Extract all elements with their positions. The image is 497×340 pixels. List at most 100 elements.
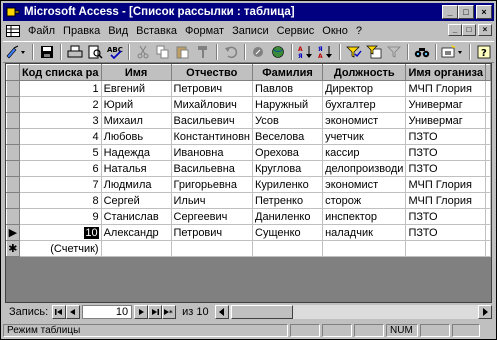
current-record-input[interactable]: 10 [82, 305, 133, 319]
new-record-marker[interactable]: ✱ [6, 240, 20, 257]
cell-first-name[interactable]: Евгений [101, 80, 172, 97]
cell-next[interactable] [485, 160, 491, 177]
table-row[interactable]: 5 Надежда Ивановна Орехова кассир ПЗТО [6, 144, 491, 161]
cell-organization[interactable]: МЧП Глория [405, 176, 486, 193]
cell-organization[interactable]: ПЗТО [405, 128, 486, 145]
cell-next[interactable] [485, 224, 491, 241]
row-selector[interactable] [6, 96, 20, 113]
table-row[interactable]: 6 Наталья Васильевна Круглова делопроизв… [6, 160, 491, 177]
undo-icon[interactable] [221, 43, 241, 61]
cell-id-new[interactable]: (Счетчик) [19, 240, 102, 257]
cell-position[interactable]: бухгалтер [322, 96, 407, 113]
row-selector[interactable] [6, 176, 20, 193]
cell-id[interactable]: 9 [19, 208, 102, 225]
cell-first-name[interactable]: Александр [101, 224, 172, 241]
cell-first-name[interactable]: Наталья [101, 160, 172, 177]
cell-middle-name[interactable]: Григорьевна [171, 176, 254, 193]
horizontal-scrollbar[interactable] [214, 305, 492, 319]
cell-position[interactable]: инспектор [322, 208, 407, 225]
doc-minimize-button[interactable]: _ [448, 24, 462, 36]
cell-id[interactable]: 7 [19, 176, 102, 193]
cell-position[interactable] [322, 240, 407, 257]
cell-first-name[interactable]: Юрий [101, 96, 172, 113]
cell-next[interactable] [485, 192, 491, 209]
cell-first-name[interactable] [101, 240, 172, 257]
scroll-right-icon[interactable] [478, 305, 492, 319]
cell-organization[interactable]: ПЗТО [405, 160, 486, 177]
close-button[interactable]: × [476, 5, 492, 19]
print-icon[interactable] [65, 43, 85, 61]
scroll-thumb[interactable] [230, 305, 293, 319]
column-header-first-name[interactable]: Имя [100, 64, 172, 81]
doc-close-button[interactable]: × [478, 24, 492, 36]
print-preview-icon[interactable] [85, 43, 105, 61]
help-icon[interactable]: ? [474, 43, 494, 61]
title-bar[interactable]: Microsoft Access - [Список рассылки : та… [3, 3, 494, 21]
cell-first-name[interactable]: Любовь [101, 128, 172, 145]
row-selector[interactable] [6, 192, 20, 209]
format-painter-icon[interactable] [193, 43, 213, 61]
table-row[interactable]: 7 Людмила Григорьевна Куриленко экономис… [6, 176, 491, 193]
copy-icon[interactable] [153, 43, 173, 61]
cell-last-name[interactable]: Петренко [252, 192, 324, 209]
cell-organization[interactable] [405, 240, 486, 257]
column-header-id[interactable]: Код списка ра [18, 64, 102, 81]
selected-id-value[interactable]: 10 [84, 226, 99, 239]
cell-next[interactable] [485, 176, 491, 193]
minimize-button[interactable]: _ [442, 5, 458, 19]
cell-last-name[interactable]: Наружный [252, 96, 324, 113]
sort-ascending-icon[interactable]: AЯ [296, 43, 316, 61]
cell-last-name[interactable]: Даниленко [252, 208, 324, 225]
cell-id[interactable]: 4 [19, 128, 102, 145]
current-record-marker[interactable]: ▶ [6, 224, 20, 241]
cell-middle-name[interactable]: Михайлович [171, 96, 254, 113]
web-toolbar-icon[interactable] [268, 43, 288, 61]
cell-middle-name[interactable]: Петрович [171, 224, 254, 241]
cell-next[interactable] [485, 144, 491, 161]
cell-middle-name[interactable]: Константиновн [171, 128, 254, 145]
menu-help[interactable]: ? [352, 25, 366, 37]
menu-insert[interactable]: Вставка [132, 25, 181, 37]
cell-first-name[interactable]: Надежда [101, 144, 172, 161]
table-row[interactable]: 9 Станислав Сергеевич Даниленко инспекто… [6, 208, 491, 225]
cell-organization[interactable]: МЧП Глория [405, 192, 486, 209]
cell-id[interactable]: 1 [19, 80, 102, 97]
table-row-new[interactable]: ✱ (Счетчик) [6, 240, 491, 257]
cell-first-name[interactable]: Сергей [101, 192, 172, 209]
cell-first-name[interactable]: Станислав [101, 208, 172, 225]
find-icon[interactable] [412, 43, 432, 61]
cell-last-name[interactable]: Куриленко [252, 176, 324, 193]
row-selector[interactable] [6, 112, 20, 129]
filter-by-selection-icon[interactable] [344, 43, 364, 61]
cell-organization[interactable]: ПЗТО [405, 144, 486, 161]
cell-id-current[interactable]: 10 [19, 224, 102, 241]
menu-edit[interactable]: Правка [59, 25, 104, 37]
menu-format[interactable]: Формат [181, 25, 228, 37]
cell-organization[interactable]: ПЗТО [405, 224, 486, 241]
first-record-icon[interactable] [52, 305, 67, 319]
cell-position[interactable]: сторож [322, 192, 407, 209]
column-header-middle-name[interactable]: Отчество [170, 64, 254, 81]
cell-id[interactable]: 5 [19, 144, 102, 161]
new-record-icon[interactable]: * [162, 305, 177, 319]
cell-last-name[interactable] [252, 240, 324, 257]
table-row[interactable]: 1 Евгений Петрович Павлов Директор МЧП Г… [6, 80, 491, 97]
row-selector[interactable] [6, 80, 20, 97]
cell-position[interactable]: экономист [322, 112, 407, 129]
cell-position[interactable]: Директор [322, 80, 407, 97]
column-header-last-name[interactable]: Фамилия [252, 64, 324, 81]
row-selector[interactable] [6, 144, 20, 161]
insert-hyperlink-icon[interactable] [249, 43, 269, 61]
cell-next[interactable] [485, 96, 491, 113]
scroll-left-icon[interactable] [214, 305, 229, 319]
sort-descending-icon[interactable]: ЯA [316, 43, 336, 61]
maximize-button[interactable]: □ [458, 5, 474, 19]
menu-tools[interactable]: Сервис [273, 25, 319, 37]
cell-position[interactable]: делопроизводи [322, 160, 407, 177]
table-row-current[interactable]: ▶ 10 Александр Петрович Сущенко наладчик… [6, 224, 491, 241]
cell-next[interactable] [485, 128, 491, 145]
menu-records[interactable]: Записи [228, 25, 273, 37]
cell-next[interactable] [485, 112, 491, 129]
cell-organization[interactable]: МЧП Глория [405, 80, 486, 97]
table-row[interactable]: 3 Михаил Васильевич Усов экономист Униве… [6, 112, 491, 129]
